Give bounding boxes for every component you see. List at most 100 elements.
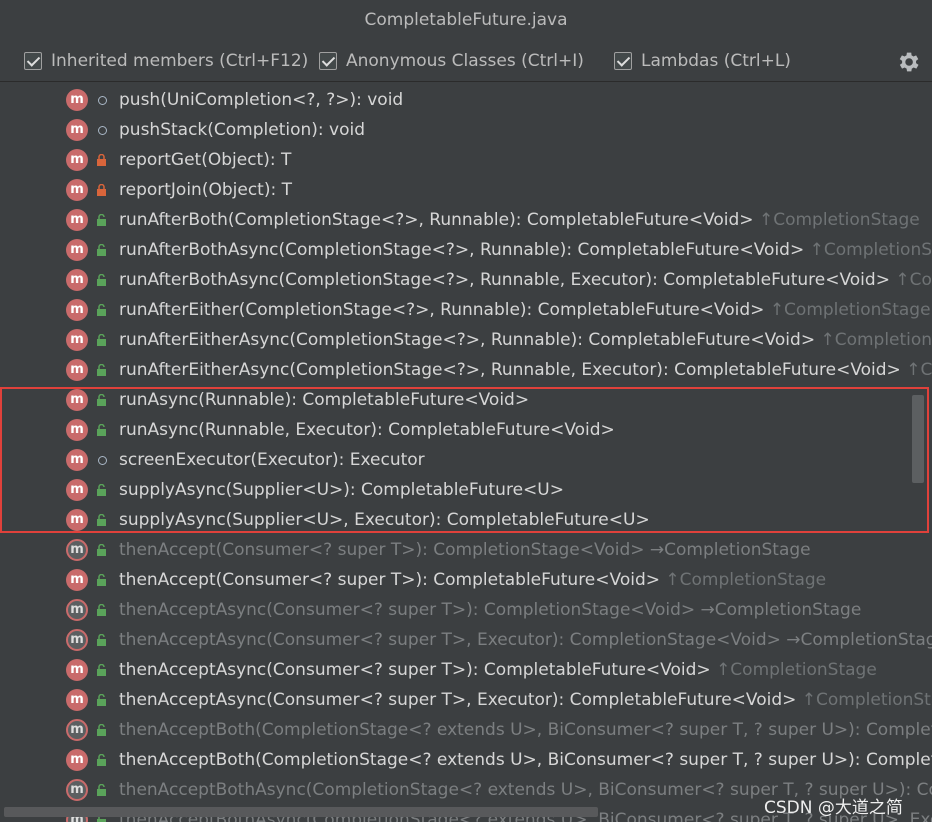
- member-row[interactable]: m runAfterBothAsync(CompletionStage<?>, R…: [0, 265, 932, 295]
- member-signature-text: runAfterEither(CompletionStage<?>, Runna…: [119, 300, 770, 320]
- member-signature: thenAcceptBoth(CompletionStage<? extends…: [119, 715, 932, 745]
- inherited-from-label: ↑CompletionStag: [820, 330, 932, 350]
- member-row[interactable]: m runAsync(Runnable, Executor): Completab…: [0, 415, 932, 445]
- member-signature: runAfterBothAsync(CompletionStage<?>, Ru…: [119, 265, 932, 295]
- inherited-members-label: Inherited members (Ctrl+F12): [51, 51, 309, 71]
- method-icon: m: [66, 239, 88, 261]
- member-row[interactable]: m screenExecutor(Executor): Executor: [0, 445, 932, 475]
- member-signature-text: push(UniCompletion<?, ?>): void: [119, 90, 404, 110]
- member-row[interactable]: m runAfterEitherAsync(CompletionStage<?>,…: [0, 355, 932, 385]
- member-signature-text: thenAcceptBoth(CompletionStage<? extends…: [119, 720, 932, 740]
- method-icon: m: [66, 329, 88, 351]
- member-signature-text: runAsync(Runnable): CompletableFuture<Vo…: [119, 390, 530, 410]
- member-signature-text: thenAccept(Consumer<? super T>): Complet…: [119, 570, 666, 590]
- method-icon: m: [66, 659, 88, 681]
- member-row[interactable]: m thenAcceptAsync(Consumer<? super T>, Ex…: [0, 685, 932, 715]
- member-row[interactable]: m runAfterEither(CompletionStage<?>, Runn…: [0, 295, 932, 325]
- member-signature-text: thenAcceptBoth(CompletionStage<? extends…: [119, 750, 932, 770]
- member-signature: thenAcceptBoth(CompletionStage<? extends…: [119, 745, 932, 775]
- member-row[interactable]: m reportJoin(Object): T: [0, 175, 932, 205]
- member-row[interactable]: m thenAcceptAsync(Consumer<? super T>, Ex…: [0, 625, 932, 655]
- member-signature-text: runAfterBothAsync(CompletionStage<?>, Ru…: [119, 240, 810, 260]
- member-row[interactable]: m supplyAsync(Supplier<U>): CompletableFu…: [0, 475, 932, 505]
- method-icon: m: [66, 629, 88, 651]
- member-row[interactable]: m thenAcceptAsync(Consumer<? super T>): C…: [0, 595, 932, 625]
- member-row[interactable]: m reportGet(Object): T: [0, 145, 932, 175]
- member-row[interactable]: m runAfterEitherAsync(CompletionStage<?>,…: [0, 325, 932, 355]
- method-icon: m: [66, 179, 88, 201]
- lock-open-icon: [97, 214, 106, 226]
- member-signature: thenAcceptAsync(Consumer<? super T>): Co…: [119, 595, 861, 625]
- gear-icon[interactable]: [895, 49, 921, 75]
- package-visibility-icon: [98, 456, 107, 465]
- horizontal-scrollbar[interactable]: [4, 807, 598, 817]
- method-icon: m: [66, 119, 88, 141]
- member-list[interactable]: mthenAcceptBothAsync(CompletionStage<? e…: [0, 85, 932, 822]
- method-icon: m: [66, 449, 88, 471]
- method-icon: m: [66, 479, 88, 501]
- member-signature-text: runAfterBothAsync(CompletionStage<?>, Ru…: [119, 270, 896, 290]
- lock-closed-icon: [97, 154, 106, 166]
- member-row[interactable]: m thenAcceptBoth(CompletionStage<? extend…: [0, 715, 932, 745]
- member-signature-text: thenAcceptAsync(Consumer<? super T>, Exe…: [119, 690, 802, 710]
- method-icon: m: [66, 89, 88, 111]
- inherited-from-label: ↑Compl: [906, 360, 932, 380]
- member-row[interactable]: m runAfterBoth(CompletionStage<?>, Runnab…: [0, 205, 932, 235]
- member-signature: thenAccept(Consumer<? super T>): Complet…: [119, 565, 826, 595]
- inherited-members-option[interactable]: Inherited members (Ctrl+F12): [24, 50, 308, 72]
- lock-open-icon: [97, 484, 106, 496]
- lambdas-checkbox[interactable]: [614, 52, 632, 70]
- lock-open-icon: [97, 604, 106, 616]
- method-icon: m: [66, 149, 88, 171]
- lock-open-icon: [97, 304, 106, 316]
- member-signature-text: pushStack(Completion): void: [119, 120, 366, 140]
- member-signature: push(UniCompletion<?, ?>): void: [119, 85, 403, 115]
- structure-toolbar: Inherited members (Ctrl+F12) Anonymous C…: [0, 41, 932, 82]
- anonymous-classes-checkbox[interactable]: [319, 52, 337, 70]
- inherited-from-label: ↑CompletionStage: [665, 570, 827, 590]
- member-signature-text: reportJoin(Object): T: [119, 180, 292, 200]
- member-row[interactable]: m thenAcceptAsync(Consumer<? super T>): C…: [0, 655, 932, 685]
- member-signature: thenAcceptAsync(Consumer<? super T>): Co…: [119, 655, 877, 685]
- method-icon: m: [66, 509, 88, 531]
- member-signature: reportGet(Object): T: [119, 145, 291, 175]
- member-signature: thenAcceptAsync(Consumer<? super T>, Exe…: [119, 685, 932, 715]
- member-row[interactable]: m runAfterBothAsync(CompletionStage<?>, R…: [0, 235, 932, 265]
- method-icon: m: [66, 779, 88, 801]
- method-icon: m: [66, 539, 88, 561]
- vertical-scrollbar[interactable]: [912, 395, 924, 483]
- member-row[interactable]: m thenAccept(Consumer<? super T>): Comple…: [0, 535, 932, 565]
- member-signature: supplyAsync(Supplier<U>, Executor): Comp…: [119, 505, 650, 535]
- anonymous-classes-option[interactable]: Anonymous Classes (Ctrl+I): [319, 50, 584, 72]
- member-signature-text: thenAcceptAsync(Consumer<? super T>, Exe…: [119, 630, 932, 650]
- package-visibility-icon: [98, 96, 107, 105]
- window-title: CompletableFuture.java: [0, 0, 932, 41]
- method-icon: m: [66, 269, 88, 291]
- lock-open-icon: [97, 334, 106, 346]
- package-visibility-icon: [98, 126, 107, 135]
- member-signature-text: supplyAsync(Supplier<U>): CompletableFut…: [119, 480, 564, 500]
- lambdas-option[interactable]: Lambdas (Ctrl+L): [614, 50, 791, 72]
- member-row[interactable]: m thenAcceptBoth(CompletionStage<? extend…: [0, 745, 932, 775]
- inherited-from-label: ↑CompletionStage: [716, 660, 877, 680]
- inherited-members-checkbox[interactable]: [24, 52, 42, 70]
- member-signature: runAfterBothAsync(CompletionStage<?>, Ru…: [119, 235, 932, 265]
- member-signature-text: screenExecutor(Executor): Executor: [119, 450, 425, 470]
- member-signature: runAfterBoth(CompletionStage<?>, Runnabl…: [119, 205, 920, 235]
- watermark: CSDN @大道之简: [764, 798, 903, 818]
- member-row[interactable]: m supplyAsync(Supplier<U>, Executor): Com…: [0, 505, 932, 535]
- member-signature-text: reportGet(Object): T: [119, 150, 292, 170]
- member-row[interactable]: m pushStack(Completion): void: [0, 115, 932, 145]
- member-row[interactable]: m runAsync(Runnable): CompletableFuture<V…: [0, 385, 932, 415]
- member-row[interactable]: m thenAccept(Consumer<? super T>): Comple…: [0, 565, 932, 595]
- member-signature: pushStack(Completion): void: [119, 115, 365, 145]
- member-row[interactable]: m push(UniCompletion<?, ?>): void: [0, 85, 932, 115]
- inherited-from-label: ↑Comple: [895, 270, 932, 290]
- lock-open-icon: [97, 244, 106, 256]
- member-signature-text: runAfterEitherAsync(CompletionStage<?>, …: [119, 360, 907, 380]
- member-signature-text: thenAccept(Consumer<? super T>): Complet…: [119, 540, 811, 560]
- member-signature: runAsync(Runnable): CompletableFuture<Vo…: [119, 385, 529, 415]
- lock-closed-icon: [97, 184, 106, 196]
- member-signature: thenAcceptAsync(Consumer<? super T>, Exe…: [119, 625, 932, 655]
- member-signature-text: thenAcceptAsync(Consumer<? super T>): Co…: [119, 600, 862, 620]
